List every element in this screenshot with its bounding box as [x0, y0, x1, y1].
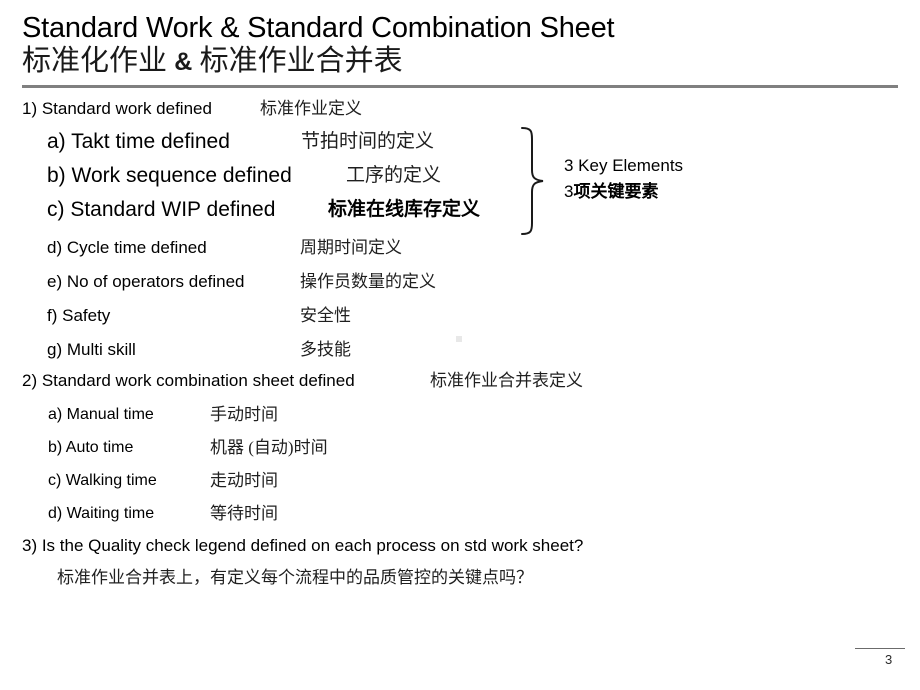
key-elements-chinese: 3项关键要素 [564, 179, 824, 205]
item-2d-cn: 等待时间 [210, 504, 278, 523]
page-title: Standard Work & Standard Combination She… [22, 12, 902, 79]
page-number: 3 [885, 652, 893, 667]
title-english: Standard Work & Standard Combination She… [22, 12, 615, 44]
key-elements-english: 3 Key Elements [564, 156, 684, 175]
item-1g-en: g) Multi skill [47, 340, 136, 359]
item-2a-cn: 手动时间 [210, 405, 278, 424]
footer-divider [855, 648, 905, 649]
item-2b-en: b) Auto time [48, 439, 134, 456]
item-1a-en: a) Takt time defined [47, 130, 230, 153]
item-1f-cn: 安全性 [300, 306, 351, 325]
section-1-heading-cn: 标准作业定义 [260, 99, 362, 118]
item-2d-en: d) Waiting time [48, 505, 155, 522]
section-2-heading-cn: 标准作业合并表定义 [430, 371, 583, 390]
item-2a-en: a) Manual time [48, 406, 154, 423]
item-1f-en: f) Safety [47, 306, 111, 325]
item-1e-cn: 操作员数量的定义 [300, 272, 436, 291]
item-1d-en: d) Cycle time defined [47, 238, 207, 257]
section-2-heading-en: 2) Standard work combination sheet defin… [22, 371, 355, 390]
section-3-heading-cn: 标准作业合并表上，有定义每个流程中的品质管控的关键点吗？ [57, 568, 533, 587]
title-chinese-post: 标准作业合并表 [199, 45, 403, 77]
section-1-heading-en: 1) Standard work defined [22, 99, 212, 118]
item-1e-en: e) No of operators defined [47, 272, 245, 291]
section-3-heading-en: 3) Is the Quality check legend defined o… [22, 536, 584, 555]
item-1g-cn: 多技能 [300, 340, 351, 359]
item-2b-cn: 机器 (自动)时间 [210, 438, 328, 457]
key-elements-chinese-text: 项关键要素 [573, 182, 659, 201]
item-2c-cn: 走动时间 [210, 471, 278, 490]
item-1c-cn: 标准在线库存定义 [328, 199, 481, 220]
title-chinese-pre: 标准化作业 [22, 45, 168, 77]
item-1b-cn: 工序的定义 [346, 165, 442, 186]
title-chinese-ampersand: & [174, 48, 193, 76]
title-chinese: 标准化作业 & 标准作业合并表 [22, 45, 902, 79]
item-1d-cn: 周期时间定义 [300, 238, 402, 257]
key-elements-callout: 3 Key Elements 3项关键要素 [564, 153, 824, 205]
image-artifact [456, 336, 462, 342]
item-1b-en: b) Work sequence defined [47, 164, 292, 187]
right-curly-brace-icon [519, 126, 553, 236]
item-1a-cn: 节拍时间的定义 [301, 131, 435, 152]
item-1c-en: c) Standard WIP defined [47, 198, 276, 221]
item-2c-en: c) Walking time [48, 472, 157, 489]
title-divider [22, 85, 898, 88]
slide: Standard Work & Standard Combination She… [0, 0, 920, 690]
